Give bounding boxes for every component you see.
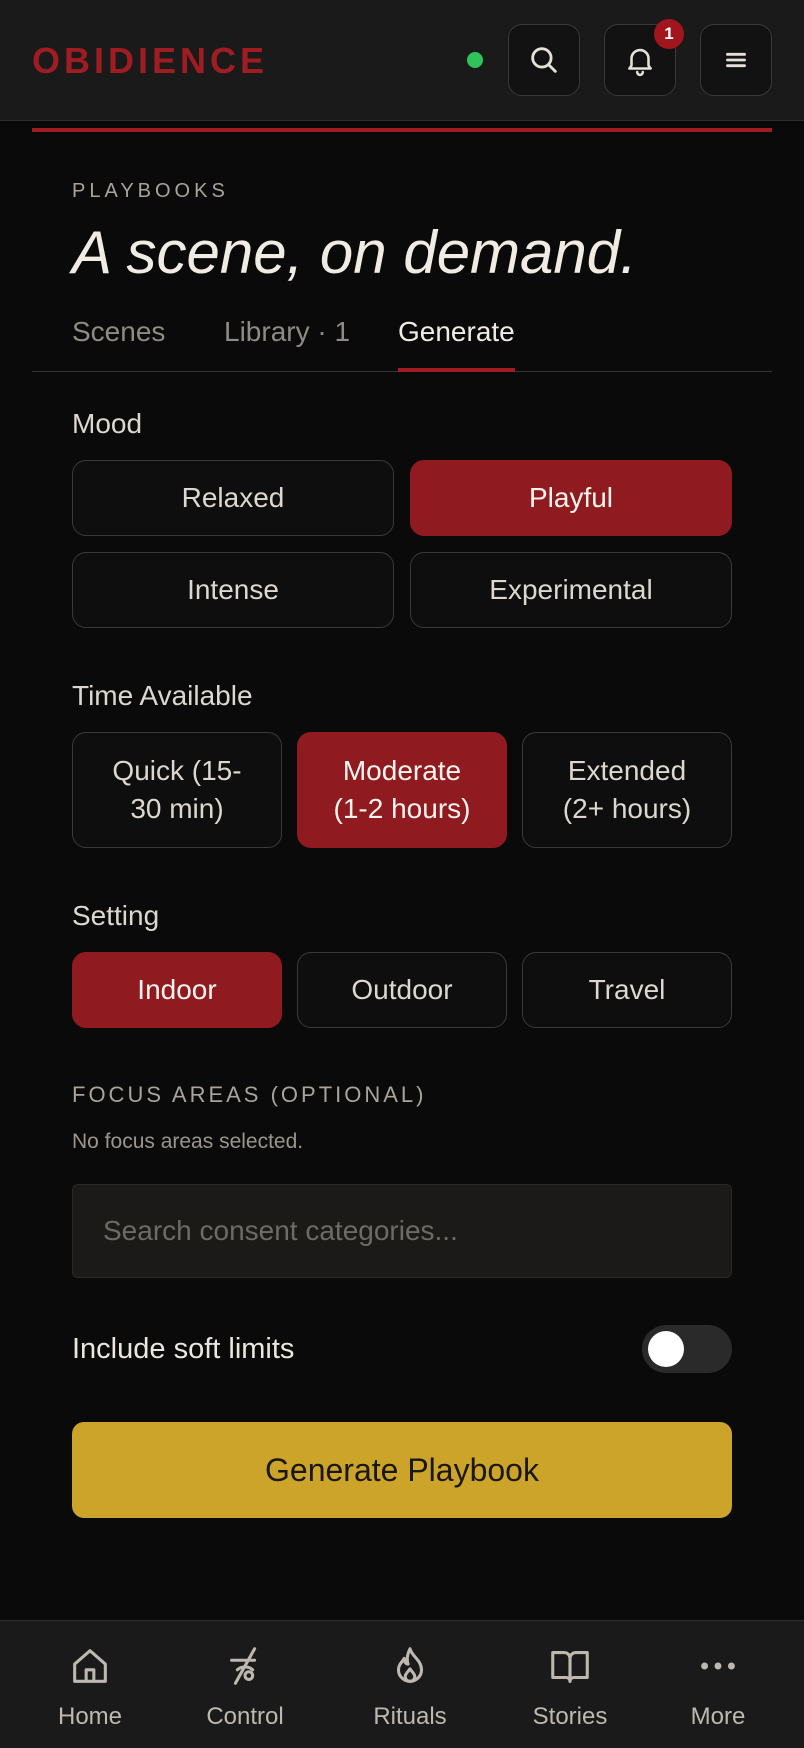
mood-option-playful[interactable]: Playful	[410, 460, 732, 536]
home-icon	[73, 1649, 107, 1683]
nav-item-more[interactable]: More	[638, 1621, 798, 1748]
time-option-line: (2+ hours)	[562, 793, 692, 824]
nav-item-rituals[interactable]: Rituals	[330, 1621, 490, 1748]
tab-generate[interactable]: Generate	[398, 316, 515, 372]
bottom-navigation: Home Control Rituals Stories More	[0, 1620, 804, 1748]
focus-areas-empty-note: No focus areas selected.	[72, 1130, 304, 1153]
soft-limits-label: Include soft limits	[72, 1333, 295, 1365]
nav-label: More	[690, 1703, 746, 1730]
setting-option-travel[interactable]: Travel	[522, 952, 732, 1028]
time-option-line: Extended	[567, 755, 687, 786]
brand-logo[interactable]: OBIDIENCE	[32, 40, 268, 82]
toggle-knob	[648, 1331, 684, 1367]
tab-library[interactable]: Library · 1	[224, 316, 350, 371]
nav-item-home[interactable]: Home	[10, 1621, 170, 1748]
more-icon	[701, 1662, 735, 1670]
nav-label: Stories	[532, 1703, 608, 1730]
accent-divider	[32, 128, 772, 132]
consent-category-search-input[interactable]	[72, 1184, 732, 1278]
control-icon	[230, 1647, 257, 1685]
time-option-extended[interactable]: Extended (2+ hours)	[522, 732, 732, 848]
search-button[interactable]	[508, 24, 580, 96]
top-bar: OBIDIENCE 1	[0, 0, 804, 121]
nav-label: Control	[206, 1703, 284, 1730]
bell-icon	[628, 48, 652, 77]
nav-item-stories[interactable]: Stories	[490, 1621, 650, 1748]
setting-option-outdoor[interactable]: Outdoor	[297, 952, 507, 1028]
time-option-line: Quick (15-	[112, 755, 242, 786]
online-status-dot	[467, 52, 483, 68]
soft-limits-toggle[interactable]	[642, 1325, 732, 1373]
flame-icon	[396, 1647, 424, 1683]
mood-option-experimental[interactable]: Experimental	[410, 552, 732, 628]
focus-areas-label: FOCUS AREAS (OPTIONAL)	[72, 1082, 427, 1107]
mood-option-intense[interactable]: Intense	[72, 552, 394, 628]
search-icon	[531, 47, 557, 73]
tab-bar: Scenes Library · 1 Generate	[32, 300, 772, 372]
time-option-line: (1-2 hours)	[333, 793, 471, 824]
nav-item-control[interactable]: Control	[165, 1621, 325, 1748]
time-option-line: Moderate	[342, 755, 462, 786]
generate-playbook-button[interactable]: Generate Playbook	[72, 1422, 732, 1518]
menu-icon	[726, 52, 746, 68]
tab-scenes[interactable]: Scenes	[72, 316, 165, 371]
page-title: A scene, on demand.	[72, 219, 637, 286]
setting-option-indoor[interactable]: Indoor	[72, 952, 282, 1028]
time-available-label: Time Available	[72, 680, 253, 711]
mood-label: Mood	[72, 408, 143, 439]
time-option-quick[interactable]: Quick (15- 30 min)	[72, 732, 282, 848]
book-icon	[551, 1651, 589, 1683]
section-eyebrow: PLAYBOOKS	[72, 180, 229, 202]
time-option-line: 30 min)	[130, 793, 224, 824]
notification-count-badge: 1	[654, 19, 684, 49]
notifications-button[interactable]: 1	[604, 19, 684, 96]
setting-label: Setting	[72, 900, 160, 931]
nav-label: Rituals	[373, 1703, 447, 1730]
mood-option-relaxed[interactable]: Relaxed	[72, 460, 394, 536]
time-option-moderate[interactable]: Moderate (1-2 hours)	[297, 732, 507, 848]
menu-button[interactable]	[700, 24, 772, 96]
nav-label: Home	[57, 1703, 123, 1730]
app-root: OBIDIENCE 1 PLAYBOOKS A scene, on demand…	[0, 0, 804, 1748]
